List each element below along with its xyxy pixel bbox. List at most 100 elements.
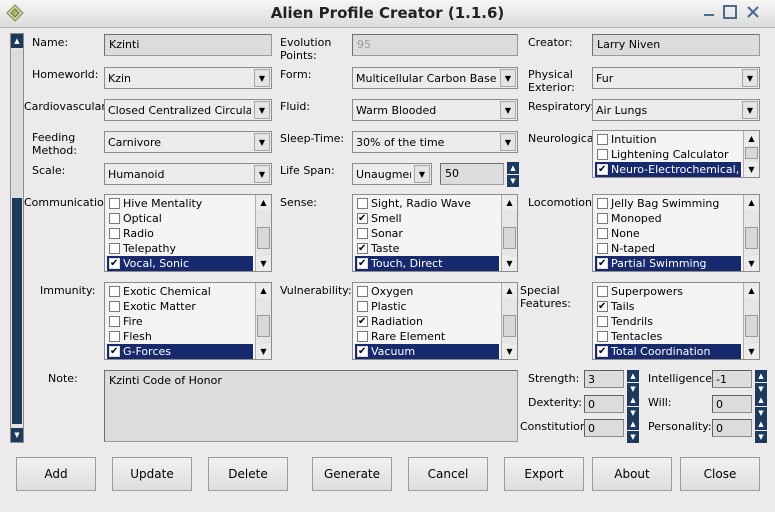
- fluid-select[interactable]: Warm Blooded ▼: [352, 99, 518, 121]
- checkbox[interactable]: [357, 227, 368, 239]
- scroll-up-arrow-icon[interactable]: ▲: [502, 195, 517, 210]
- list-item[interactable]: Flesh: [107, 329, 253, 344]
- will-spinner[interactable]: ▲ ▼: [755, 394, 767, 420]
- chevron-down-icon[interactable]: ▼: [254, 165, 270, 183]
- life-span-field[interactable]: 50: [440, 163, 504, 185]
- list-item[interactable]: Radio: [107, 226, 253, 241]
- vulnerability-list[interactable]: Oxygen Plastic Radiation Rare Element Vacuum…: [352, 282, 518, 360]
- checkbox[interactable]: [597, 227, 608, 239]
- respiratory-select[interactable]: Air Lungs ▼: [592, 99, 760, 121]
- list-item[interactable]: Touch, Direct: [355, 256, 499, 271]
- physical-exterior-select[interactable]: Fur ▼: [592, 67, 760, 89]
- list-item[interactable]: Smell: [355, 211, 499, 226]
- minimize-icon[interactable]: [700, 4, 718, 22]
- list-item[interactable]: None: [595, 226, 741, 241]
- scroll-up-arrow-icon[interactable]: ▲: [256, 283, 271, 298]
- list-item[interactable]: Vacuum: [355, 344, 499, 359]
- checkbox[interactable]: [357, 285, 368, 297]
- list-item[interactable]: Total Coordination: [595, 344, 741, 359]
- name-field[interactable]: Kzinti: [104, 34, 272, 56]
- chevron-down-icon[interactable]: ▼: [500, 133, 516, 151]
- checkbox[interactable]: [357, 300, 368, 312]
- export-button[interactable]: Export: [504, 457, 584, 491]
- special-features-list[interactable]: Superpowers Tails Tendrils Tentacles Total C…: [592, 282, 760, 360]
- scroll-up-arrow-icon[interactable]: ▲: [744, 131, 759, 146]
- chevron-down-icon[interactable]: ▼: [742, 69, 758, 87]
- checkbox[interactable]: [597, 133, 608, 145]
- scroll-thumb[interactable]: [745, 147, 758, 159]
- list-scrollbar[interactable]: ▲ ▼: [743, 195, 759, 271]
- checkbox[interactable]: [597, 299, 608, 314]
- spin-up-icon[interactable]: ▲: [627, 394, 639, 406]
- checkbox[interactable]: [109, 330, 120, 342]
- list-item[interactable]: Rare Element: [355, 329, 499, 344]
- list-item[interactable]: Intuition: [595, 132, 741, 147]
- spin-up-icon[interactable]: ▲: [627, 418, 639, 430]
- scale-select[interactable]: Humanoid ▼: [104, 163, 272, 185]
- strength-field[interactable]: 3: [584, 370, 624, 388]
- list-item[interactable]: N-taped: [595, 241, 741, 256]
- chevron-down-icon[interactable]: ▼: [500, 101, 516, 119]
- checkbox[interactable]: [109, 344, 120, 359]
- spin-up-icon[interactable]: ▲: [507, 162, 519, 174]
- list-item[interactable]: Superpowers: [595, 284, 741, 299]
- list-item[interactable]: Tendrils: [595, 314, 741, 329]
- dexterity-field[interactable]: 0: [584, 395, 624, 413]
- homeworld-select[interactable]: Kzin ▼: [104, 67, 272, 89]
- list-item[interactable]: Hive Mentality: [107, 196, 253, 211]
- checkbox[interactable]: [597, 330, 608, 342]
- scroll-thumb[interactable]: [503, 315, 516, 337]
- scroll-down-arrow-icon[interactable]: ▼: [744, 344, 759, 359]
- cancel-button[interactable]: Cancel: [408, 457, 488, 491]
- scroll-track[interactable]: [12, 50, 22, 198]
- checkbox[interactable]: [597, 285, 608, 297]
- list-item[interactable]: Vocal, Sonic: [107, 256, 253, 271]
- constitution-field[interactable]: 0: [584, 419, 624, 437]
- life-span-unit-select[interactable]: Unaugment ▼: [352, 163, 432, 185]
- list-item[interactable]: Jelly Bag Swimming: [595, 196, 741, 211]
- scroll-thumb[interactable]: [12, 198, 22, 424]
- checkbox[interactable]: [109, 256, 120, 271]
- locomotion-list[interactable]: Jelly Bag Swimming Monoped None N-taped Part…: [592, 194, 760, 272]
- strength-spinner[interactable]: ▲ ▼: [627, 370, 639, 396]
- list-item[interactable]: Optical: [107, 211, 253, 226]
- scroll-down-arrow-icon[interactable]: ▼: [502, 344, 517, 359]
- cardiovascular-select[interactable]: Closed Centralized Circulatory ▼: [104, 99, 272, 121]
- scroll-down-arrow-icon[interactable]: ▼: [502, 256, 517, 271]
- list-item[interactable]: Fire: [107, 314, 253, 329]
- note-textarea[interactable]: Kzinti Code of Honor: [104, 370, 518, 442]
- will-field[interactable]: 0: [712, 395, 752, 413]
- checkbox[interactable]: [357, 330, 368, 342]
- personality-spinner[interactable]: ▲ ▼: [755, 418, 767, 444]
- scroll-down-arrow-icon[interactable]: ▼: [744, 256, 759, 271]
- list-scrollbar[interactable]: ▲ ▼: [255, 283, 271, 359]
- checkbox[interactable]: [597, 197, 608, 209]
- list-item[interactable]: Taste: [355, 241, 499, 256]
- feeding-method-select[interactable]: Carnivore ▼: [104, 131, 272, 153]
- spin-up-icon[interactable]: ▲: [755, 370, 767, 382]
- checkbox[interactable]: [109, 212, 120, 224]
- checkbox[interactable]: [597, 344, 608, 359]
- list-item[interactable]: Lightening Calculator: [595, 147, 741, 162]
- chevron-down-icon[interactable]: ▼: [742, 101, 758, 119]
- list-item[interactable]: Tentacles: [595, 329, 741, 344]
- scroll-thumb[interactable]: [257, 315, 270, 337]
- checkbox[interactable]: [597, 148, 608, 160]
- scroll-down-arrow-icon[interactable]: ▼: [256, 256, 271, 271]
- maximize-icon[interactable]: [721, 4, 739, 22]
- scroll-down-arrow-icon[interactable]: ▼: [744, 162, 759, 177]
- sleep-time-select[interactable]: 30% of the time ▼: [352, 131, 518, 153]
- scroll-up-arrow-icon[interactable]: ▲: [744, 283, 759, 298]
- intelligence-spinner[interactable]: ▲ ▼: [755, 370, 767, 396]
- scroll-up-arrow-icon[interactable]: ▲: [256, 195, 271, 210]
- scroll-up-arrow-icon[interactable]: ▲: [11, 34, 23, 48]
- scroll-thumb[interactable]: [745, 315, 758, 337]
- scroll-down-arrow-icon[interactable]: ▼: [256, 344, 271, 359]
- creator-field[interactable]: Larry Niven: [592, 34, 760, 56]
- checkbox[interactable]: [357, 241, 368, 256]
- spin-down-icon[interactable]: ▼: [755, 431, 767, 443]
- list-item[interactable]: Radiation: [355, 314, 499, 329]
- sense-list[interactable]: Sight, Radio Wave Smell Sonar Taste Touch, D…: [352, 194, 518, 272]
- intelligence-field[interactable]: -1: [712, 370, 752, 388]
- chevron-down-icon[interactable]: ▼: [254, 69, 270, 87]
